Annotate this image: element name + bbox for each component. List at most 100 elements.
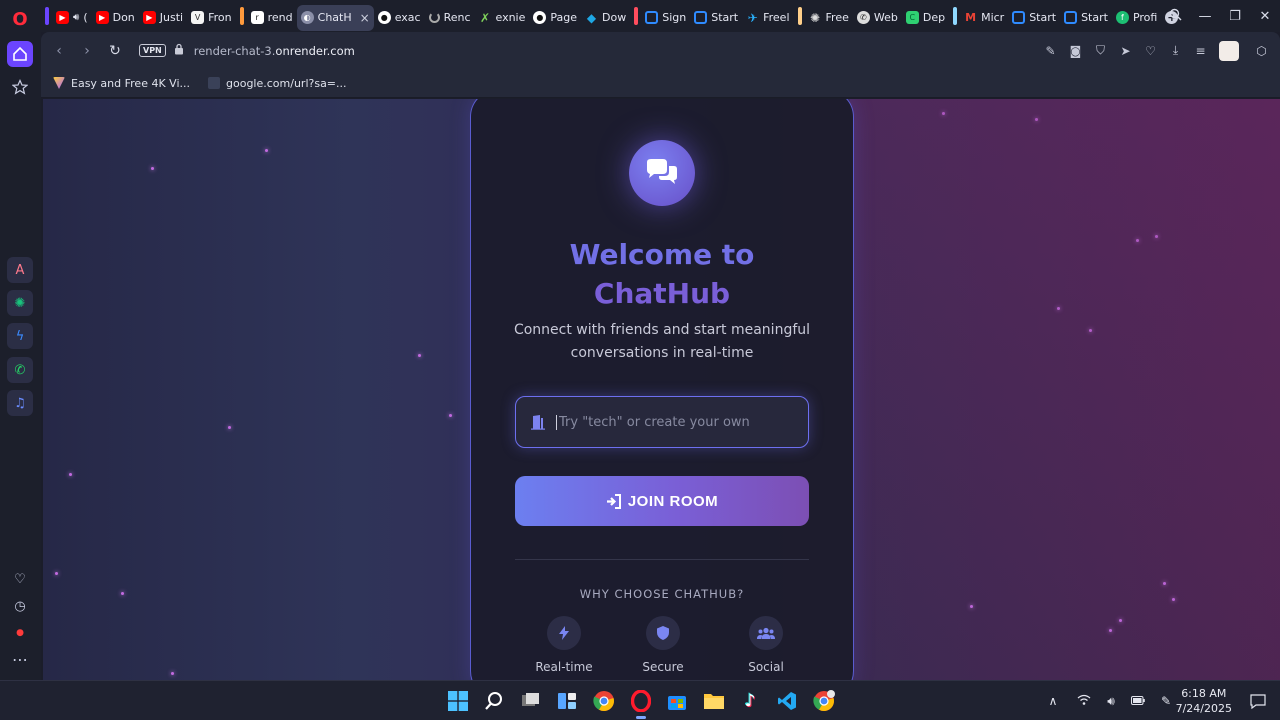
square-icon: [645, 11, 659, 24]
clock-time: 6:18 AM: [1181, 687, 1227, 700]
file-explorer-icon[interactable]: [702, 689, 726, 713]
search-tabs-icon[interactable]: [1160, 8, 1190, 25]
send-icon[interactable]: ➤: [1113, 44, 1138, 58]
tab[interactable]: Renc: [425, 5, 475, 31]
pinboard-heart-icon[interactable]: ♡: [7, 566, 33, 592]
tab[interactable]: ▶ 🔊︎ (: [52, 5, 92, 31]
chrome-icon[interactable]: [592, 689, 616, 713]
bookmarks-star-icon[interactable]: [7, 74, 33, 100]
tab[interactable]: f Profi: [1112, 5, 1161, 31]
edit-icon[interactable]: ✎: [1038, 44, 1063, 58]
opera-icon[interactable]: [629, 689, 653, 719]
why-heading: WHY CHOOSE CHATHUB?: [579, 587, 745, 601]
store-icon[interactable]: [665, 689, 689, 713]
tab-label: Profi: [1132, 11, 1158, 24]
volume-icon[interactable]: 🔊︎: [1098, 694, 1124, 709]
feature-label: Social: [748, 660, 784, 674]
widgets-icon[interactable]: [555, 689, 579, 713]
task-view-icon[interactable]: [519, 689, 543, 713]
history-clock-icon[interactable]: ◷: [7, 593, 33, 619]
vpn-badge[interactable]: VPN: [139, 44, 166, 57]
url-field[interactable]: render-chat-3.onrender.com: [194, 44, 355, 58]
tab[interactable]: ▶ Don: [92, 5, 139, 31]
back-icon[interactable]: ‹: [45, 43, 73, 59]
vs-icon: V: [191, 11, 205, 24]
easy-setup-icon[interactable]: ≡: [1188, 44, 1213, 58]
windows-start-icon[interactable]: [446, 689, 470, 713]
search-icon[interactable]: [482, 689, 506, 713]
freelancer-icon: ✈: [747, 10, 758, 25]
vscode-icon[interactable]: [775, 689, 799, 713]
tiktok-icon[interactable]: ♪: [738, 689, 762, 713]
tab[interactable]: ◆ Dow: [581, 5, 630, 31]
messenger-icon[interactable]: ϟ: [7, 323, 33, 349]
tab[interactable]: C Dep: [902, 5, 949, 31]
room-name-input[interactable]: [556, 414, 796, 430]
room-input-container[interactable]: [515, 396, 809, 448]
audio-icon: 🔊︎: [73, 12, 80, 23]
reload-icon[interactable]: ↻: [101, 43, 129, 59]
particle: [1119, 619, 1122, 622]
tab-label: Dep: [922, 11, 946, 24]
camera-icon[interactable]: ◙: [1063, 44, 1088, 58]
youtube-icon: ▶: [56, 11, 69, 24]
tab-label: Dow: [602, 11, 627, 24]
tab[interactable]: V Fron: [187, 5, 236, 31]
minimize-icon[interactable]: —: [1190, 9, 1220, 24]
tab[interactable]: ✺ Free: [805, 5, 853, 31]
chrome-profile-icon[interactable]: [812, 689, 836, 713]
forward-icon[interactable]: ›: [73, 43, 101, 59]
download-icon[interactable]: ⤓: [1163, 43, 1188, 58]
square-icon: [1064, 11, 1078, 24]
battery-icon[interactable]: [1124, 694, 1152, 708]
restore-icon[interactable]: ❐: [1220, 9, 1250, 24]
bookmark-label: google.com/url?sa=...: [226, 76, 347, 90]
aria-ai-icon[interactable]: A: [7, 257, 33, 283]
speed-dial-home-icon[interactable]: [7, 41, 33, 67]
tab[interactable]: Sign: [641, 5, 690, 31]
sidebar-more-icon[interactable]: ⋯: [7, 646, 33, 672]
chatgpt-icon[interactable]: ✺: [7, 290, 33, 316]
particle: [121, 592, 124, 595]
loading-icon: [428, 12, 440, 23]
tab[interactable]: ✈ Freel: [742, 5, 793, 31]
tab-group-indicator: [797, 7, 802, 25]
bookmark-item[interactable]: Easy and Free 4K Vi...: [53, 77, 190, 90]
heart-icon[interactable]: ♡: [1138, 44, 1163, 58]
close-tab-icon[interactable]: ×: [360, 11, 370, 25]
lock-icon[interactable]: [174, 43, 184, 58]
tab[interactable]: M Micr: [960, 5, 1008, 31]
tab[interactable]: ✗ exnie: [475, 5, 530, 31]
extension-ud-icon[interactable]: ●: [7, 620, 33, 646]
shield-icon[interactable]: ⛉: [1088, 43, 1113, 58]
bookmark-label: Easy and Free 4K Vi...: [71, 76, 190, 90]
music-player-icon[interactable]: ♫: [7, 390, 33, 416]
extensions-cube-icon[interactable]: ⬡: [1249, 44, 1274, 58]
tab[interactable]: ✆ Web: [853, 5, 902, 31]
notifications-icon[interactable]: [1250, 681, 1266, 720]
tab[interactable]: ● Page: [529, 5, 581, 31]
bookmark-item[interactable]: google.com/url?sa=...: [208, 77, 347, 90]
taskbar-clock[interactable]: 6:18 AM 7/24/2025: [1176, 686, 1232, 716]
tab[interactable]: Start: [1060, 5, 1112, 31]
chevron-up-icon[interactable]: ∧: [1044, 694, 1062, 708]
opera-menu-icon[interactable]: O: [7, 6, 33, 32]
tab[interactable]: Start: [690, 5, 742, 31]
tab-active[interactable]: ◐ ChatH ×: [296, 4, 374, 31]
tab-label: Start: [1081, 11, 1108, 24]
bolt-icon: [547, 616, 581, 650]
openai-icon: ✺: [809, 10, 821, 25]
profile-avatar[interactable]: [1219, 40, 1239, 61]
github-icon: ●: [377, 11, 391, 24]
particle: [1136, 239, 1139, 242]
tab[interactable]: ● exac: [374, 5, 425, 31]
wifi-icon[interactable]: [1070, 694, 1098, 709]
whatsapp-icon[interactable]: ✆: [7, 357, 33, 383]
tab[interactable]: r rend: [247, 5, 297, 31]
close-window-icon[interactable]: ✕: [1250, 9, 1280, 24]
tab-label: Start: [711, 11, 739, 24]
join-room-button[interactable]: JOIN ROOM: [515, 476, 809, 526]
tab[interactable]: Start: [1008, 5, 1060, 31]
square-icon: [1012, 11, 1026, 24]
tab[interactable]: ▶ Justi: [139, 5, 187, 31]
